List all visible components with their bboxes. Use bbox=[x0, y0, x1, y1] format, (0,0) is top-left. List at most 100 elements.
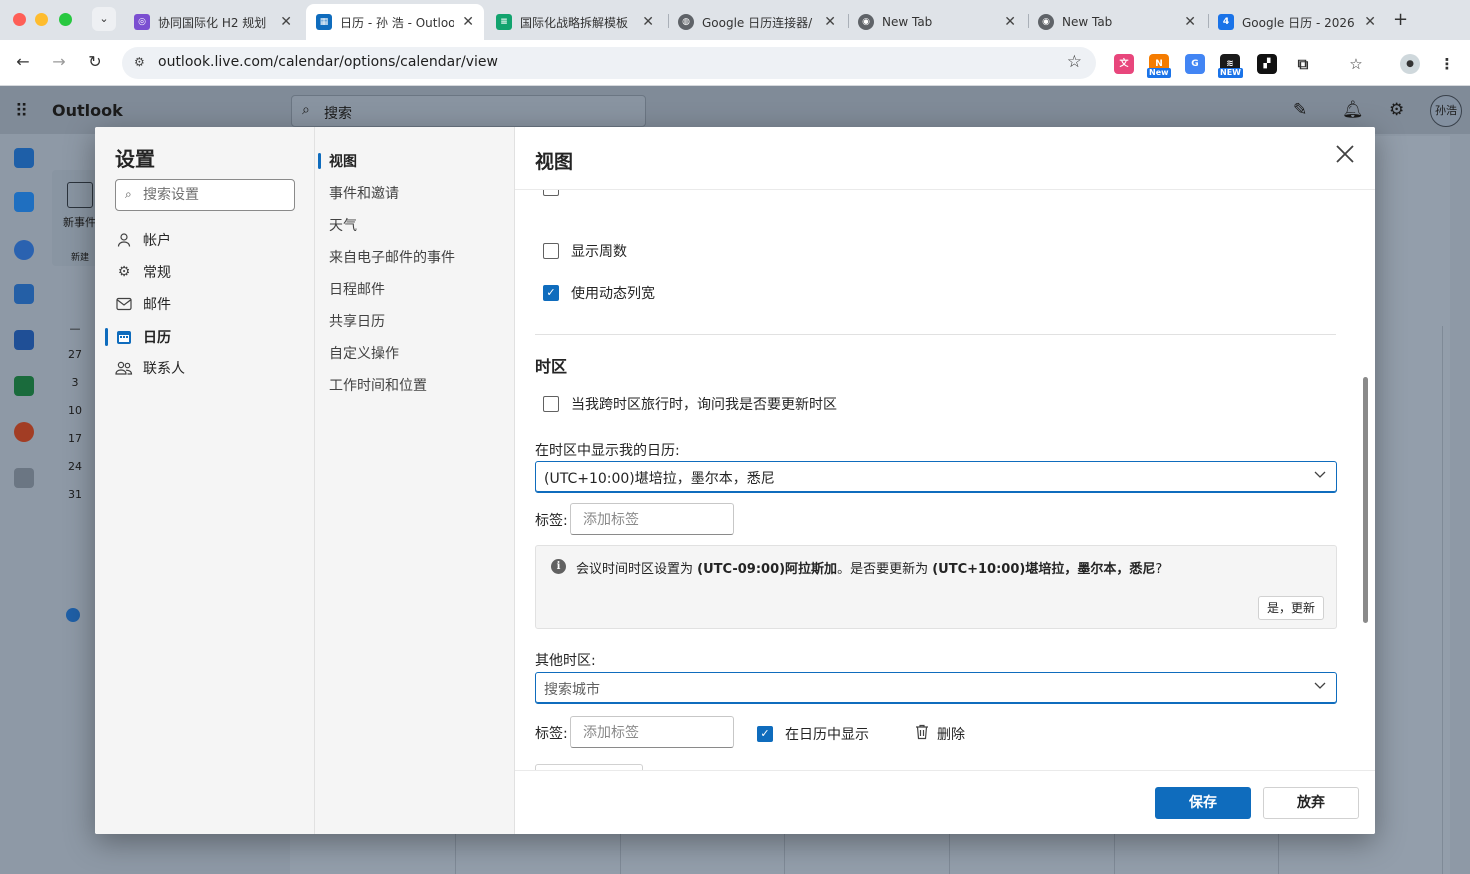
person-icon bbox=[115, 231, 133, 249]
browser-tab[interactable]: ≡ 国际化战略拆解模板 ✕ bbox=[486, 4, 664, 40]
checkbox[interactable] bbox=[543, 190, 559, 196]
close-tab-icon[interactable]: ✕ bbox=[280, 14, 292, 30]
other-tag-input-box[interactable] bbox=[570, 716, 734, 748]
close-tab-icon[interactable]: ✕ bbox=[824, 14, 836, 30]
close-tab-icon[interactable]: ✕ bbox=[642, 14, 654, 30]
profile-avatar-icon[interactable]: ● bbox=[1400, 54, 1420, 74]
left-app-rail bbox=[0, 134, 48, 874]
bell-icon[interactable]: 🔔︎ bbox=[1342, 100, 1364, 120]
mini-calendar-day[interactable]: — bbox=[60, 322, 90, 335]
delete-label: 删除 bbox=[937, 727, 965, 743]
discard-button[interactable]: 放弃 bbox=[1263, 787, 1359, 819]
settings-search-input[interactable] bbox=[143, 185, 288, 205]
show-week-numbers-row[interactable]: 显示周数 bbox=[543, 241, 627, 261]
close-tab-icon[interactable]: ✕ bbox=[1184, 14, 1196, 30]
display-tag-input-box[interactable] bbox=[570, 503, 734, 535]
close-icon[interactable] bbox=[1335, 143, 1355, 169]
more-menu-icon[interactable]: ⋮ bbox=[1437, 54, 1457, 74]
url-text[interactable]: outlook.live.com/calendar/options/calend… bbox=[158, 54, 498, 70]
terminal-extension-icon[interactable]: ▞ bbox=[1257, 54, 1277, 74]
display-timezone-dropdown[interactable]: (UTC+10:00)堪培拉，墨尔本，悉尼 bbox=[535, 461, 1337, 493]
close-tab-icon[interactable]: ✕ bbox=[1364, 14, 1376, 30]
more-apps-icon[interactable] bbox=[14, 468, 34, 488]
address-bar[interactable]: ⚙ outlook.live.com/calendar/options/cale… bbox=[122, 47, 1096, 79]
close-window-button[interactable] bbox=[13, 13, 26, 26]
mini-calendar-day[interactable]: 3 bbox=[60, 376, 90, 389]
subcategory-schedule-email[interactable]: 日程邮件 bbox=[329, 275, 509, 303]
subcategory-events-from-email[interactable]: 来自电子邮件的事件 bbox=[329, 243, 509, 271]
mini-calendar-day[interactable]: 17 bbox=[60, 432, 90, 445]
ask-update-timezone-row[interactable]: 当我跨时区旅行时，询问我是否要更新时区 bbox=[543, 394, 837, 414]
subcategory-weather[interactable]: 天气 bbox=[329, 211, 509, 239]
category-calendar[interactable]: 日历 bbox=[115, 323, 305, 351]
avatar[interactable]: 孙浩 bbox=[1430, 95, 1462, 127]
browser-tab-active[interactable]: ▦ 日历 - 孙 浩 - Outlook ✕ bbox=[306, 4, 484, 40]
back-arrow-icon[interactable]: ← bbox=[12, 52, 34, 71]
new-event-icon[interactable] bbox=[67, 182, 93, 208]
show-in-calendar-checkbox[interactable]: ✓ bbox=[757, 726, 773, 742]
app-launcher-icon[interactable]: ⠿ bbox=[15, 101, 28, 122]
save-button[interactable]: 保存 bbox=[1155, 787, 1251, 819]
new-event-label[interactable]: 新事件 bbox=[63, 214, 96, 230]
gear-icon[interactable]: ⚙ bbox=[1389, 100, 1404, 120]
new-badge: New bbox=[1147, 68, 1171, 78]
mini-calendar-day[interactable]: 24 bbox=[60, 460, 90, 473]
close-tab-icon[interactable]: ✕ bbox=[1004, 14, 1016, 30]
google-translate-icon[interactable]: G bbox=[1185, 54, 1205, 74]
app-search-box[interactable]: ⌕ 搜索 bbox=[291, 95, 646, 127]
maximize-window-button[interactable] bbox=[59, 13, 72, 26]
translate-extension-icon[interactable]: 文 bbox=[1114, 54, 1134, 74]
mini-calendar-day[interactable]: 31 bbox=[60, 488, 90, 501]
dynamic-column-width-checkbox[interactable]: ✓ bbox=[543, 285, 559, 301]
dynamic-column-width-row[interactable]: ✓ 使用动态列宽 bbox=[543, 283, 655, 303]
scrollbar-thumb[interactable] bbox=[1363, 377, 1368, 623]
settings-search-box[interactable]: ⌕ bbox=[115, 179, 295, 211]
ask-update-timezone-checkbox[interactable] bbox=[543, 396, 559, 412]
new-tab-plus-icon[interactable]: + bbox=[1393, 9, 1408, 30]
browser-tab[interactable]: ◉ New Tab ✕ bbox=[1028, 4, 1206, 40]
settings-scroll-area[interactable]: 显示周数 ✓ 使用动态列宽 时区 当我跨时区旅行时，询问我是否要更新时区 在时区… bbox=[515, 190, 1375, 770]
dynamic-column-width-label: 使用动态列宽 bbox=[571, 286, 655, 302]
bookmark-list-icon[interactable]: ☆ bbox=[1346, 54, 1366, 74]
delete-timezone-button[interactable]: 删除 bbox=[915, 724, 965, 744]
minimize-window-button[interactable] bbox=[35, 13, 48, 26]
browser-tab[interactable]: ◍ Google 日历连接器/ ✕ bbox=[668, 4, 846, 40]
mini-calendar-day[interactable]: 10 bbox=[60, 404, 90, 417]
category-general[interactable]: ⚙ 常规 bbox=[115, 258, 305, 286]
bookmark-star-icon[interactable]: ☆ bbox=[1067, 52, 1082, 72]
close-tab-icon[interactable]: ✕ bbox=[462, 14, 474, 30]
browser-tab[interactable]: 4 Google 日历 - 2026 ✕ bbox=[1208, 4, 1386, 40]
category-mail[interactable]: 邮件 bbox=[115, 290, 305, 318]
browser-tab[interactable]: ◎ 协同国际化 H2 规划 ✕ bbox=[124, 4, 302, 40]
excel-app-icon[interactable] bbox=[14, 376, 34, 396]
powerpoint-app-icon[interactable] bbox=[14, 422, 34, 442]
mail-app-icon[interactable] bbox=[14, 148, 34, 168]
trash-icon bbox=[915, 724, 929, 744]
word-app-icon[interactable] bbox=[14, 330, 34, 350]
other-tag-input[interactable] bbox=[583, 723, 723, 743]
show-in-calendar-row[interactable]: ✓ 在日历中显示 bbox=[757, 724, 869, 744]
other-timezone-dropdown[interactable]: 搜索城市 bbox=[535, 672, 1337, 704]
subcategory-work-hours-location[interactable]: 工作时间和位置 bbox=[329, 371, 509, 399]
puzzle-icon[interactable]: ⧉ bbox=[1293, 54, 1313, 74]
people-app-icon[interactable] bbox=[14, 240, 34, 260]
show-week-numbers-checkbox[interactable] bbox=[543, 243, 559, 259]
browser-tab[interactable]: ◉ New Tab ✕ bbox=[848, 4, 1026, 40]
checked-calendar-icon[interactable] bbox=[66, 608, 80, 622]
category-contacts[interactable]: 联系人 bbox=[115, 354, 305, 382]
todo-app-icon[interactable] bbox=[14, 284, 34, 304]
subcategory-shared-calendars[interactable]: 共享日历 bbox=[329, 307, 509, 335]
reload-icon[interactable]: ↻ bbox=[84, 52, 106, 71]
yes-update-button[interactable]: 是，更新 bbox=[1257, 596, 1324, 620]
subcategory-view[interactable]: 视图 bbox=[329, 147, 509, 175]
display-tag-input[interactable] bbox=[583, 510, 723, 530]
subcategory-events-invitations[interactable]: 事件和邀请 bbox=[329, 179, 509, 207]
tab-search-chevron-icon[interactable]: ⌄ bbox=[92, 7, 116, 31]
forward-arrow-icon[interactable]: → bbox=[48, 52, 70, 71]
subcategory-custom-actions[interactable]: 自定义操作 bbox=[329, 339, 509, 367]
mini-calendar-day[interactable]: 27 bbox=[60, 348, 90, 361]
site-info-icon[interactable]: ⚙ bbox=[134, 55, 145, 69]
calendar-app-icon[interactable] bbox=[14, 192, 34, 212]
notes-icon[interactable]: ✎ bbox=[1293, 100, 1307, 120]
category-account[interactable]: 帐户 bbox=[115, 226, 305, 254]
